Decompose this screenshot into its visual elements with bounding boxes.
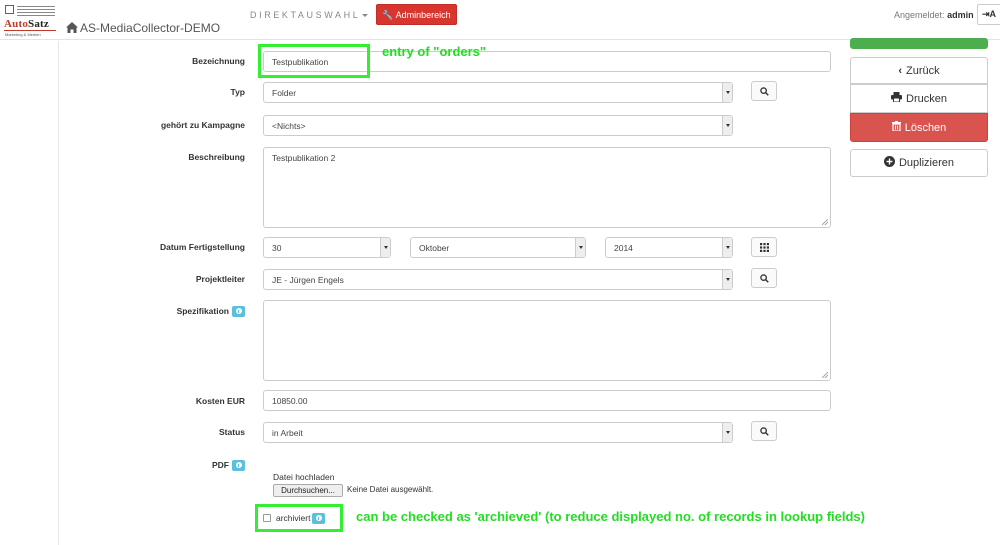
chevron-down-icon bbox=[362, 14, 369, 18]
status-search-button[interactable] bbox=[751, 421, 777, 441]
chevron-down-icon bbox=[722, 238, 732, 257]
logged-in-info: Angemeldet: admin bbox=[894, 10, 974, 20]
no-file-text: Keine Datei ausgewählt. bbox=[347, 485, 434, 494]
typ-label: Typ bbox=[230, 87, 245, 97]
resize-grip-icon[interactable] bbox=[822, 219, 828, 225]
bezeichnung-label: Bezeichnung bbox=[192, 56, 245, 66]
spezifikation-label: Spezifikation bbox=[55, 306, 245, 318]
back-button[interactable]: ‹ Zurück bbox=[850, 57, 988, 84]
projektleiter-search-button[interactable] bbox=[751, 268, 777, 288]
status-label: Status bbox=[219, 427, 245, 437]
projektleiter-label: Projektleiter bbox=[195, 274, 245, 284]
chevron-down-icon bbox=[722, 270, 732, 289]
trash-icon bbox=[891, 121, 901, 134]
chevron-down-icon bbox=[722, 116, 732, 135]
kosten-label: Kosten EUR bbox=[195, 396, 245, 406]
datum-month-select[interactable]: Oktober bbox=[410, 237, 586, 258]
wrench-icon: 🔧 bbox=[382, 10, 394, 20]
archived-annotation: can be checked as 'archieved' (to reduce… bbox=[356, 509, 865, 524]
chevron-left-icon: ‹ bbox=[898, 64, 903, 77]
admin-button[interactable]: 🔧 Adminbereich bbox=[376, 4, 457, 25]
status-select[interactable]: in Arbeit bbox=[263, 422, 733, 443]
orders-highlight-box bbox=[258, 44, 370, 78]
autosatz-logo[interactable]: AutoSatz Marketing & Medien bbox=[4, 4, 56, 37]
calendar-grid-icon bbox=[759, 242, 769, 252]
info-icon[interactable] bbox=[232, 460, 245, 472]
orders-annotation: entry of "orders" bbox=[382, 44, 487, 59]
sign-out-icon: ⇥ bbox=[982, 9, 990, 19]
duplicate-button[interactable]: Duplizieren bbox=[850, 149, 988, 177]
search-icon bbox=[759, 273, 769, 283]
print-button[interactable]: Drucken bbox=[850, 84, 988, 113]
plus-circle-icon bbox=[883, 156, 895, 170]
beschreibung-textarea[interactable]: Testpublikation 2 bbox=[263, 147, 831, 228]
kampagne-label: gehört zu Kampagne bbox=[160, 120, 245, 130]
home-icon[interactable] bbox=[66, 22, 78, 35]
resize-grip-icon[interactable] bbox=[822, 372, 828, 378]
info-icon[interactable] bbox=[232, 306, 245, 318]
archived-highlight-box bbox=[255, 504, 343, 532]
datum-year-select[interactable]: 2014 bbox=[605, 237, 733, 258]
kosten-input[interactable]: 10850.00 bbox=[263, 390, 831, 411]
pdf-upload-label: Datei hochladen bbox=[273, 472, 335, 482]
chevron-down-icon bbox=[722, 83, 732, 102]
chevron-down-icon bbox=[380, 238, 390, 257]
logout-button[interactable]: ⇥A bbox=[977, 4, 1000, 25]
datum-label: Datum Fertigstellung bbox=[159, 242, 245, 252]
typ-search-button[interactable] bbox=[751, 81, 777, 101]
pdf-label: PDF bbox=[55, 460, 245, 472]
save-button[interactable] bbox=[850, 38, 988, 49]
app-title[interactable]: AS-MediaCollector-DEMO bbox=[80, 22, 220, 35]
browse-button[interactable]: Durchsuchen... bbox=[273, 484, 343, 497]
datum-day-select[interactable]: 30 bbox=[263, 237, 391, 258]
search-icon bbox=[759, 426, 769, 436]
projektleiter-select[interactable]: JE - Jürgen Engels bbox=[263, 269, 733, 290]
kampagne-select[interactable]: <Nichts> bbox=[263, 115, 733, 136]
direktauswahl-menu[interactable]: DIREKTAUSWAHL bbox=[250, 10, 369, 20]
beschreibung-label: Beschreibung bbox=[188, 152, 245, 162]
search-icon bbox=[759, 86, 769, 96]
typ-select[interactable]: Folder bbox=[263, 82, 733, 103]
printer-icon bbox=[891, 92, 903, 105]
delete-button[interactable]: Löschen bbox=[850, 113, 988, 142]
top-navbar: AutoSatz Marketing & Medien AS-MediaColl… bbox=[0, 0, 1000, 40]
spezifikation-textarea[interactable] bbox=[263, 300, 831, 381]
chevron-down-icon bbox=[575, 238, 585, 257]
calendar-button[interactable] bbox=[751, 237, 777, 257]
chevron-down-icon bbox=[722, 423, 732, 442]
